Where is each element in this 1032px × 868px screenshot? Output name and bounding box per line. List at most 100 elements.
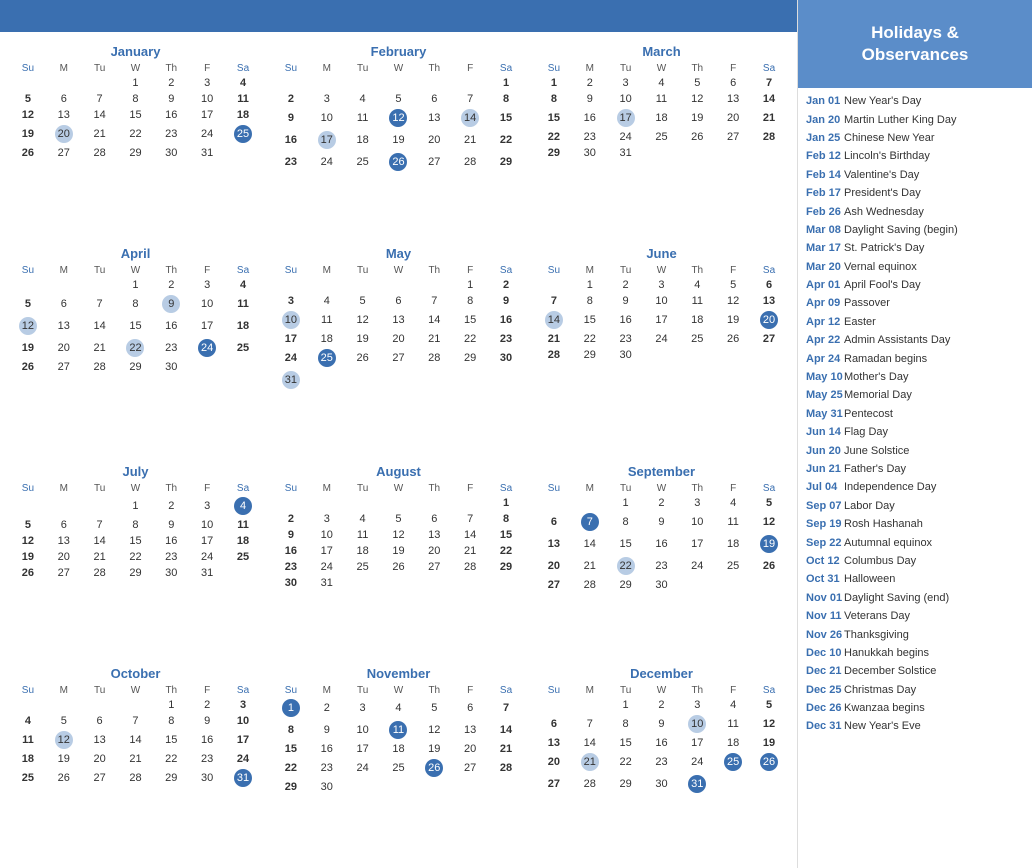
month-table: SuMTuWThFSa12345678910111213141516171819…: [273, 264, 524, 391]
month-title: September: [536, 464, 787, 479]
calendar-day: 5: [46, 713, 82, 729]
calendar-day: [452, 495, 488, 511]
holiday-item: Jan 25Chinese New Year: [806, 131, 1024, 146]
day-header: Tu: [82, 482, 118, 495]
calendar-day: 11: [309, 309, 345, 331]
calendar-day: 23: [189, 751, 225, 767]
calendar-day: [416, 575, 452, 591]
calendar-day: 19: [10, 337, 46, 359]
calendar-day: 15: [488, 107, 524, 129]
holiday-item: Feb 12Lincoln's Birthday: [806, 149, 1024, 164]
calendar-day: 5: [10, 91, 46, 107]
calendar-day: 7: [572, 511, 608, 533]
calendar-day: 7: [82, 293, 118, 315]
day-header: F: [715, 264, 751, 277]
day-header: M: [309, 62, 345, 75]
calendar-day: 22: [153, 751, 189, 767]
calendar-day: 23: [572, 129, 608, 145]
day-header: W: [118, 264, 154, 277]
calendar-day: 4: [679, 277, 715, 293]
calendar-day: 24: [225, 751, 261, 767]
calendar-day: [273, 277, 309, 293]
holiday-date: Jul 04: [806, 480, 844, 495]
holiday-date: Feb 26: [806, 205, 844, 220]
month-table: SuMTuWThFSa12345678910111213141516171819…: [273, 62, 524, 173]
calendar-day: 26: [46, 767, 82, 789]
calendar-day: 12: [10, 107, 46, 123]
calendar-day: 20: [46, 337, 82, 359]
calendar-day: 21: [452, 129, 488, 151]
calendar-day: [452, 369, 488, 391]
calendar-day: 29: [572, 347, 608, 363]
calendar-day: 2: [488, 277, 524, 293]
holiday-date: Jun 21: [806, 462, 844, 477]
calendar-day: 19: [751, 533, 787, 555]
holiday-date: Dec 26: [806, 701, 844, 716]
calendar-day: 22: [118, 337, 154, 359]
holiday-date: Dec 10: [806, 646, 844, 661]
holiday-item: Mar 20Vernal equinox: [806, 260, 1024, 275]
holiday-name: Ramadan begins: [844, 352, 927, 367]
day-header: W: [644, 264, 680, 277]
holiday-item: Apr 12Easter: [806, 315, 1024, 330]
calendar-day: 28: [452, 559, 488, 575]
month-title: March: [536, 44, 787, 59]
holiday-date: Mar 20: [806, 260, 844, 275]
calendar-day: 9: [153, 293, 189, 315]
calendar-day: 18: [225, 107, 261, 123]
calendar-day: 11: [225, 517, 261, 533]
month-title: December: [536, 666, 787, 681]
calendar-day: 23: [153, 123, 189, 145]
holiday-name: Rosh Hashanah: [844, 517, 923, 532]
day-header: Tu: [345, 264, 381, 277]
calendar-day: 17: [189, 533, 225, 549]
holiday-date: Jan 20: [806, 113, 844, 128]
calendar-day: 17: [309, 129, 345, 151]
calendar-day: 1: [153, 697, 189, 713]
calendar-day: 8: [118, 91, 154, 107]
calendar-day: 1: [118, 277, 154, 293]
calendar-day: 8: [153, 713, 189, 729]
holiday-name: Ash Wednesday: [844, 205, 924, 220]
calendar-day: [416, 369, 452, 391]
calendar-day: 19: [751, 735, 787, 751]
calendar-day: 14: [751, 91, 787, 107]
holiday-item: Oct 12Columbus Day: [806, 554, 1024, 569]
calendar-day: 3: [273, 293, 309, 309]
calendar-day: 25: [225, 123, 261, 145]
holiday-item: Dec 26Kwanzaa begins: [806, 701, 1024, 716]
calendar-day: 7: [488, 697, 524, 719]
calendar-day: [751, 577, 787, 593]
holiday-item: Jul 04Independence Day: [806, 480, 1024, 495]
calendar-day: 25: [225, 549, 261, 565]
calendar-day: 2: [273, 511, 309, 527]
month-block-september: SeptemberSuMTuWThFSa12345678910111213141…: [530, 460, 793, 662]
calendar-day: 26: [10, 565, 46, 581]
day-header: Su: [536, 62, 572, 75]
day-header: Th: [416, 62, 452, 75]
calendar-day: 25: [225, 337, 261, 359]
calendar-day: 12: [751, 713, 787, 735]
calendar-day: 4: [345, 511, 381, 527]
holiday-name: Martin Luther King Day: [844, 113, 957, 128]
calendar-day: 31: [273, 369, 309, 391]
holiday-name: Passover: [844, 296, 890, 311]
calendar-day: [225, 145, 261, 161]
month-block-august: AugustSuMTuWThFSa12345678910111213141516…: [267, 460, 530, 662]
holiday-date: Apr 09: [806, 296, 844, 311]
calendar-day: [452, 779, 488, 795]
calendar-day: 8: [488, 91, 524, 107]
calendar-day: [644, 145, 680, 161]
day-header: Sa: [751, 62, 787, 75]
calendar-day: [10, 277, 46, 293]
calendar-day: [679, 145, 715, 161]
calendar-day: [679, 577, 715, 593]
day-header: Su: [273, 684, 309, 697]
day-header: F: [715, 482, 751, 495]
holiday-date: Sep 22: [806, 536, 844, 551]
holiday-name: Father's Day: [844, 462, 906, 477]
calendar-day: 11: [715, 713, 751, 735]
calendar-day: 28: [416, 347, 452, 369]
day-header: Sa: [488, 62, 524, 75]
day-header: F: [452, 684, 488, 697]
